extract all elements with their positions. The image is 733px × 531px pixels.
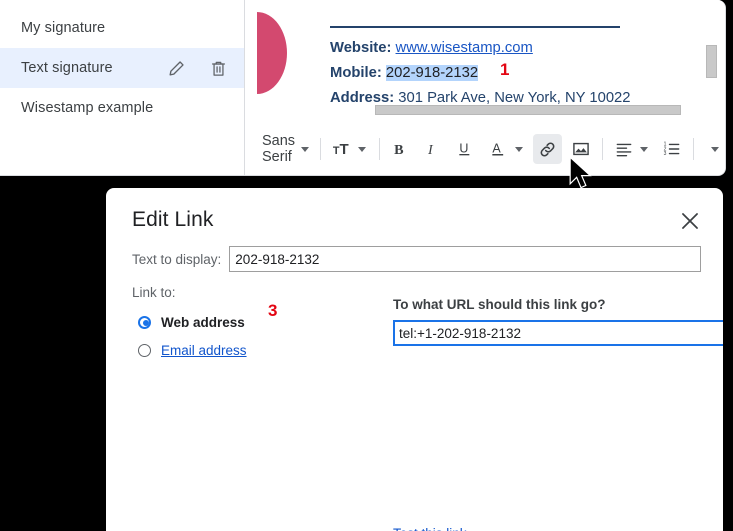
signature-preview-content[interactable]: Website: www.wisestamp.com Mobile: 202-9… [246, 0, 725, 122]
radio-label-email-address[interactable]: Email address [161, 343, 247, 358]
signature-mobile-line: Mobile: 202-918-2132 [330, 61, 631, 86]
chevron-down-icon [301, 146, 310, 152]
bold-icon[interactable]: B [386, 134, 414, 164]
text-to-display-row: Text to display: [132, 246, 702, 272]
radio-label-web-address: Web address [161, 314, 245, 330]
dialog-title: Edit Link [132, 208, 214, 231]
font-size-icon[interactable]: T T [328, 134, 372, 164]
link-type-radio-group: Web address Email address [138, 308, 318, 364]
radio-option-web-address[interactable]: Web address [138, 308, 318, 336]
text-color-icon[interactable]: A [485, 134, 529, 164]
signature-list-item-wisestamp-example[interactable]: Wisestamp example [0, 88, 244, 128]
url-question-label: To what URL should this link go? [393, 297, 606, 312]
signature-list-item-my-signature[interactable]: My signature [0, 8, 244, 48]
signature-name-label: Text signature [21, 60, 113, 76]
screenshot-root: My signature Text signature Wisestamp ex… [0, 0, 733, 531]
chevron-down-icon [357, 146, 366, 152]
signature-editor-panel: My signature Text signature Wisestamp ex… [0, 0, 726, 176]
mobile-label: Mobile: [330, 65, 382, 81]
text-to-display-input[interactable] [229, 246, 702, 272]
trash-icon[interactable] [208, 58, 228, 78]
pencil-icon[interactable] [166, 58, 186, 78]
radio-button-email-address[interactable] [138, 343, 151, 357]
signature-list: My signature Text signature Wisestamp ex… [0, 0, 245, 175]
radio-button-web-address[interactable] [138, 315, 151, 329]
svg-text:A: A [492, 141, 501, 155]
mobile-value-selected[interactable]: 202-918-2132 [385, 65, 479, 81]
numbered-list-icon[interactable]: 1 2 3 [658, 134, 686, 164]
more-options-icon[interactable] [701, 134, 725, 164]
italic-icon[interactable]: I [419, 134, 447, 164]
brand-leaf-shape [257, 12, 287, 94]
font-family-label: Sans Serif [262, 133, 296, 165]
signature-preview: Website: www.wisestamp.com Mobile: 202-9… [246, 0, 725, 175]
chevron-down-icon [639, 146, 648, 152]
preview-vertical-scrollbar-thumb[interactable] [706, 45, 717, 78]
address-value: 301 Park Ave, New York, NY 10022 [398, 90, 631, 106]
url-input[interactable] [393, 320, 723, 346]
svg-text:B: B [394, 142, 404, 158]
formatting-toolbar: Sans Serif T T B I U A 1 2 3 [246, 122, 725, 175]
svg-text:3: 3 [664, 151, 667, 157]
annotation-marker-3: 3 [268, 301, 278, 320]
annotation-marker-1: 1 [500, 60, 510, 79]
underline-icon[interactable]: U [452, 134, 480, 164]
svg-text:I: I [427, 142, 434, 158]
signature-name-label: My signature [21, 20, 106, 36]
signature-website-line: Website: www.wisestamp.com [330, 36, 631, 61]
text-to-display-label: Text to display: [132, 251, 222, 267]
url-section: To what URL should this link go? [393, 297, 723, 346]
signature-row-actions [166, 48, 228, 88]
preview-horizontal-scrollbar-thumb[interactable] [375, 105, 681, 115]
website-value[interactable]: www.wisestamp.com [396, 40, 533, 56]
close-icon[interactable] [677, 208, 703, 234]
font-family-selector[interactable]: Sans Serif [256, 133, 313, 165]
chevron-down-icon [710, 146, 719, 152]
signature-text-block: Website: www.wisestamp.com Mobile: 202-9… [330, 36, 631, 111]
signature-name-label: Wisestamp example [21, 100, 154, 116]
align-icon[interactable] [610, 134, 654, 164]
signature-list-item-text-signature[interactable]: Text signature [0, 48, 244, 88]
svg-text:T: T [339, 141, 348, 158]
svg-text:U: U [459, 141, 468, 155]
mouse-cursor-icon [569, 155, 592, 189]
signature-divider-rule [330, 26, 620, 28]
chevron-down-icon [514, 146, 523, 152]
link-to-label: Link to: [132, 285, 176, 300]
preview-vertical-scrollbar[interactable] [706, 0, 717, 122]
edit-link-dialog: Edit Link Text to display: Link to: Web … [106, 188, 723, 531]
address-label: Address: [330, 90, 395, 106]
website-label: Website: [330, 40, 392, 56]
test-this-link[interactable]: Test this link [393, 526, 467, 531]
radio-option-email-address[interactable]: Email address [138, 336, 318, 364]
insert-link-icon[interactable] [533, 134, 563, 164]
